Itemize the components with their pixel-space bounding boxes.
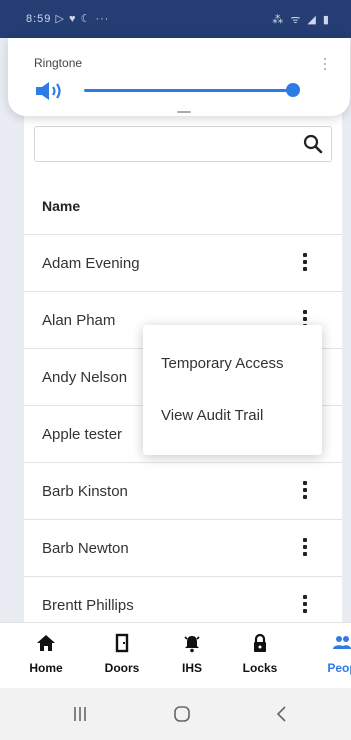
nav-label-home: Home — [29, 661, 63, 675]
volume-slider[interactable] — [84, 83, 304, 97]
person-name: Andy Nelson — [42, 369, 128, 386]
door-icon — [115, 633, 129, 653]
nav-item-doors[interactable]: Doors — [92, 633, 152, 675]
person-name: Brentt Phillips — [42, 597, 134, 614]
volume-panel: Ringtone — [8, 38, 350, 116]
nav-label-doors: Doors — [104, 661, 140, 675]
volume-label: Ringtone — [34, 56, 83, 70]
status-bar: 8:59 ▷ ♥ ☾ ··· ⁂ ᯤ ◢ ▮ — [0, 0, 351, 38]
more-options-icon[interactable] — [300, 595, 310, 617]
menu-item-view-audit-trail[interactable]: View Audit Trail — [161, 407, 263, 424]
home-icon — [37, 635, 55, 651]
system-nav-bar — [0, 688, 351, 740]
search-box — [34, 126, 332, 162]
status-time: 8:59 ▷ ♥ ☾ ··· — [26, 13, 110, 25]
nav-item-locks[interactable]: Locks — [230, 633, 290, 675]
speaker-icon[interactable] — [34, 80, 66, 102]
table-row[interactable]: Barb Kinston — [24, 463, 342, 520]
home-circle-icon[interactable] — [172, 704, 192, 724]
person-name: Adam Evening — [42, 255, 140, 272]
table-row[interactable]: Barb Newton — [24, 520, 342, 577]
volume-settings-icon[interactable] — [324, 58, 328, 73]
more-options-icon[interactable] — [300, 253, 310, 275]
column-header-name: Name — [42, 198, 81, 214]
nav-label-people: Peop — [327, 661, 351, 675]
nav-item-home[interactable]: Home — [16, 633, 76, 675]
search-icon[interactable] — [303, 134, 323, 154]
table-header: Name — [24, 178, 342, 235]
status-icons: ⁂ ᯤ ◢ ▮ — [272, 14, 331, 26]
back-icon[interactable] — [272, 704, 292, 724]
person-name: Apple tester — [42, 426, 123, 443]
table-row[interactable]: Brentt Phillips — [24, 577, 342, 622]
panel-drag-handle[interactable] — [177, 111, 191, 113]
person-name: Barb Kinston — [42, 483, 128, 500]
nav-item-ihs[interactable]: IHS — [162, 633, 222, 675]
bottom-nav: Home Doors IHS Locks Peop — [0, 622, 351, 688]
volume-slider-thumb[interactable] — [286, 83, 300, 97]
person-name: Barb Newton — [42, 540, 129, 557]
lock-icon — [254, 633, 266, 652]
more-options-icon[interactable] — [300, 538, 310, 560]
volume-slider-fill — [84, 89, 293, 92]
nav-item-people[interactable]: Peop — [312, 633, 351, 675]
menu-item-temporary-access[interactable]: Temporary Access — [161, 355, 284, 372]
context-menu: Temporary Access View Audit Trail — [143, 325, 322, 455]
nav-label-locks: Locks — [242, 661, 278, 675]
table-row[interactable]: Adam Evening — [24, 235, 342, 292]
recents-icon[interactable] — [70, 704, 90, 724]
person-name: Alan Pham — [42, 312, 116, 329]
bell-icon — [184, 636, 200, 653]
people-icon — [333, 636, 351, 649]
more-options-icon[interactable] — [300, 481, 310, 503]
search-input[interactable] — [35, 127, 285, 161]
nav-label-ihs: IHS — [181, 661, 202, 675]
